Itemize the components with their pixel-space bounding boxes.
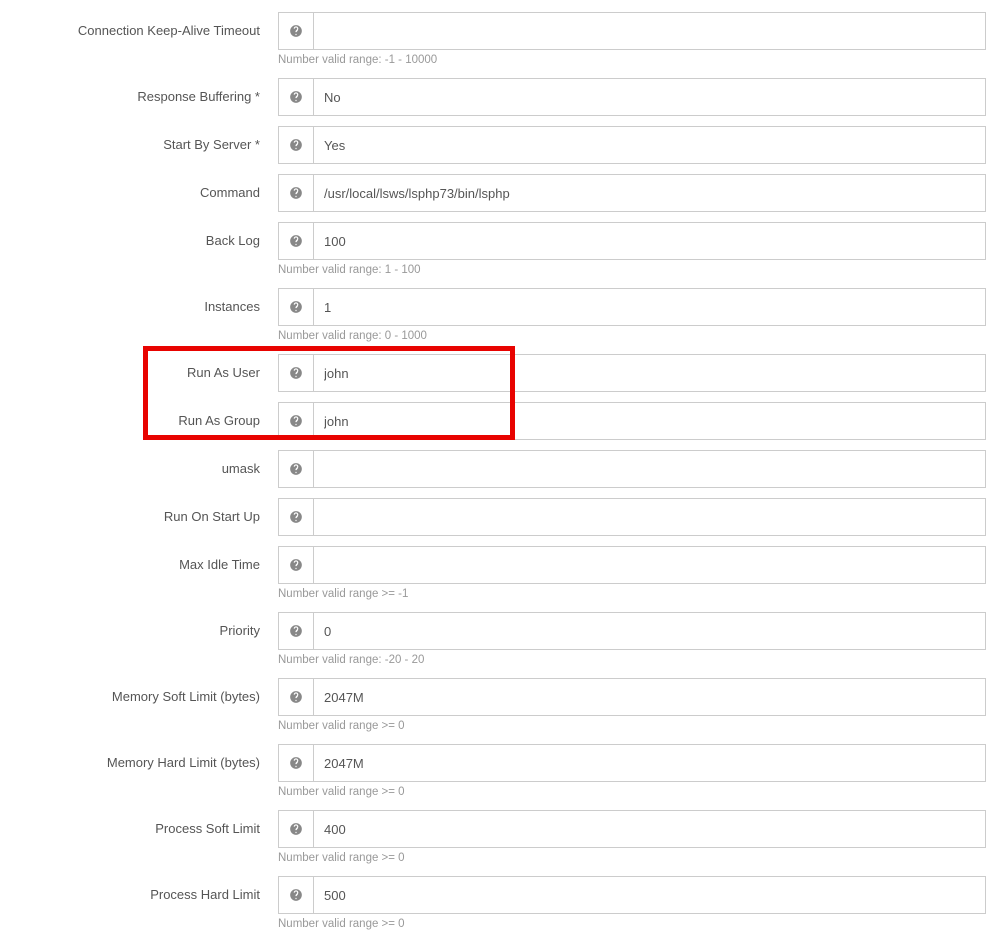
help-icon[interactable] — [278, 78, 314, 116]
hint-max-idle-time: Number valid range >= -1 — [278, 584, 986, 612]
help-icon[interactable] — [278, 174, 314, 212]
input-start-by-server[interactable] — [314, 126, 986, 164]
label-memory-hard-limit: Memory Hard Limit (bytes) — [0, 744, 278, 782]
field-command: Command — [0, 174, 986, 212]
input-response-buffering[interactable] — [314, 78, 986, 116]
input-priority[interactable] — [314, 612, 986, 650]
input-run-as-user[interactable] — [314, 354, 986, 392]
label-priority: Priority — [0, 612, 278, 650]
label-run-as-group: Run As Group — [0, 402, 278, 440]
field-process-hard-limit: Process Hard Limit — [0, 876, 986, 914]
label-process-hard-limit: Process Hard Limit — [0, 876, 278, 914]
field-priority: Priority — [0, 612, 986, 650]
input-max-idle-time[interactable] — [314, 546, 986, 584]
help-icon[interactable] — [278, 546, 314, 584]
input-command[interactable] — [314, 174, 986, 212]
field-max-idle-time: Max Idle Time — [0, 546, 986, 584]
help-icon[interactable] — [278, 678, 314, 716]
field-response-buffering: Response Buffering * — [0, 78, 986, 116]
label-max-idle-time: Max Idle Time — [0, 546, 278, 584]
help-icon[interactable] — [278, 402, 314, 440]
help-icon[interactable] — [278, 354, 314, 392]
hint-process-hard-limit: Number valid range >= 0 — [278, 914, 986, 942]
field-umask: umask — [0, 450, 986, 488]
hint-memory-soft-limit: Number valid range >= 0 — [278, 716, 986, 744]
label-start-by-server: Start By Server * — [0, 126, 278, 164]
input-process-soft-limit[interactable] — [314, 810, 986, 848]
input-process-hard-limit[interactable] — [314, 876, 986, 914]
help-icon[interactable] — [278, 222, 314, 260]
field-start-by-server: Start By Server * — [0, 126, 986, 164]
help-icon[interactable] — [278, 612, 314, 650]
hint-memory-hard-limit: Number valid range >= 0 — [278, 782, 986, 810]
help-icon[interactable] — [278, 498, 314, 536]
help-icon[interactable] — [278, 810, 314, 848]
field-run-as-user: Run As User — [0, 354, 986, 392]
hint-priority: Number valid range: -20 - 20 — [278, 650, 986, 678]
input-umask[interactable] — [314, 450, 986, 488]
hint-process-soft-limit: Number valid range >= 0 — [278, 848, 986, 876]
hint-keep-alive-timeout: Number valid range: -1 - 10000 — [278, 50, 986, 78]
label-run-on-start-up: Run On Start Up — [0, 498, 278, 536]
field-instances: Instances — [0, 288, 986, 326]
hint-instances: Number valid range: 0 - 1000 — [278, 326, 986, 354]
input-back-log[interactable] — [314, 222, 986, 260]
label-process-soft-limit: Process Soft Limit — [0, 810, 278, 848]
configuration-form: Connection Keep-Alive Timeout Number val… — [0, 0, 986, 942]
help-icon[interactable] — [278, 288, 314, 326]
input-run-as-group[interactable] — [314, 402, 986, 440]
field-keep-alive-timeout: Connection Keep-Alive Timeout — [0, 12, 986, 50]
field-process-soft-limit: Process Soft Limit — [0, 810, 986, 848]
label-response-buffering: Response Buffering * — [0, 78, 278, 116]
help-icon[interactable] — [278, 876, 314, 914]
field-memory-soft-limit: Memory Soft Limit (bytes) — [0, 678, 986, 716]
input-memory-soft-limit[interactable] — [314, 678, 986, 716]
label-run-as-user: Run As User — [0, 354, 278, 392]
input-run-on-start-up[interactable] — [314, 498, 986, 536]
label-umask: umask — [0, 450, 278, 488]
field-memory-hard-limit: Memory Hard Limit (bytes) — [0, 744, 986, 782]
field-run-on-start-up: Run On Start Up — [0, 498, 986, 536]
help-icon[interactable] — [278, 744, 314, 782]
label-command: Command — [0, 174, 278, 212]
input-instances[interactable] — [314, 288, 986, 326]
label-back-log: Back Log — [0, 222, 278, 260]
help-icon[interactable] — [278, 126, 314, 164]
help-icon[interactable] — [278, 12, 314, 50]
input-memory-hard-limit[interactable] — [314, 744, 986, 782]
hint-back-log: Number valid range: 1 - 100 — [278, 260, 986, 288]
help-icon[interactable] — [278, 450, 314, 488]
label-keep-alive-timeout: Connection Keep-Alive Timeout — [0, 12, 278, 50]
field-run-as-group: Run As Group — [0, 402, 986, 440]
label-memory-soft-limit: Memory Soft Limit (bytes) — [0, 678, 278, 716]
field-back-log: Back Log — [0, 222, 986, 260]
label-instances: Instances — [0, 288, 278, 326]
input-keep-alive-timeout[interactable] — [314, 12, 986, 50]
